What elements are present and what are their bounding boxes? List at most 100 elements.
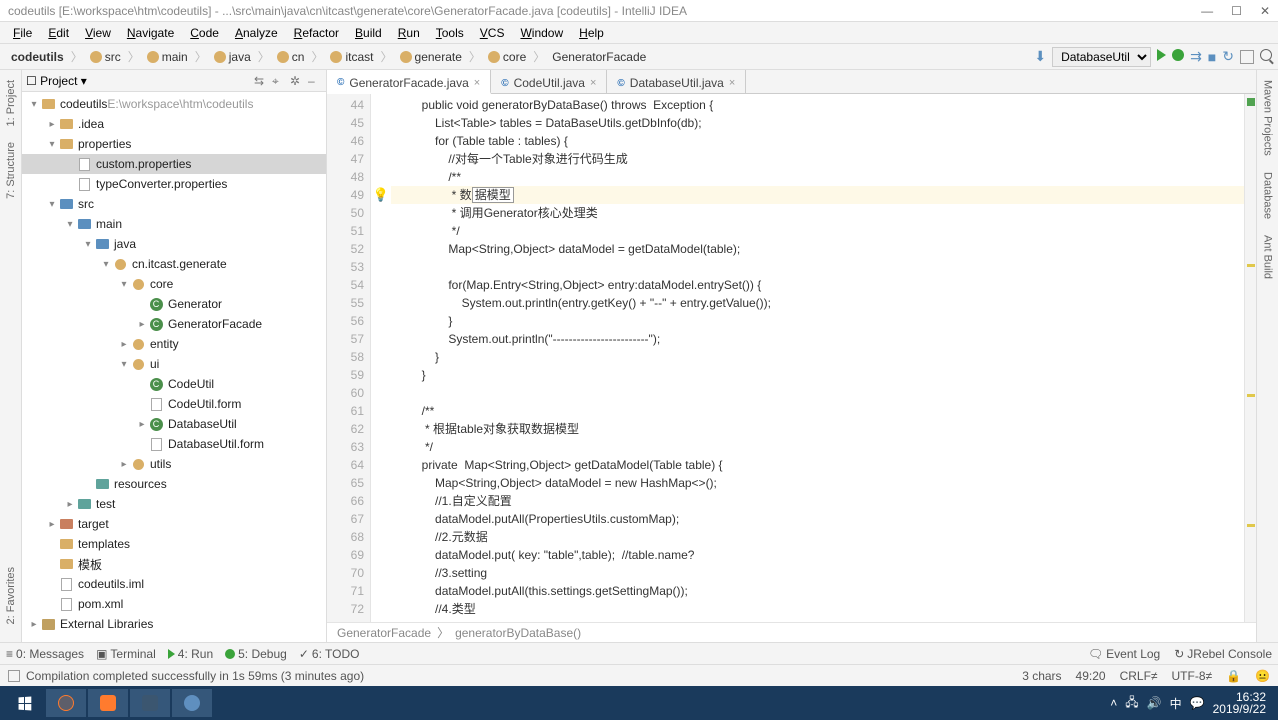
tree-node[interactable]: ▾cn.itcast.generate bbox=[22, 254, 326, 274]
tree-node[interactable]: ▾ui bbox=[22, 354, 326, 374]
tree-node[interactable]: ▾codeutils E:\workspace\htm\codeutils bbox=[22, 94, 326, 114]
taskbar-app-3[interactable] bbox=[130, 689, 170, 717]
side-project[interactable]: 1: Project bbox=[5, 76, 17, 130]
error-stripe[interactable] bbox=[1244, 94, 1256, 622]
tray-network-icon[interactable]: 🖧 bbox=[1125, 693, 1138, 714]
side-ant[interactable]: Ant Build bbox=[1262, 231, 1274, 283]
system-tray[interactable]: ˄ 🖧 🔊 中 💬 16:32 2019/9/22 bbox=[1110, 691, 1274, 715]
side-structure[interactable]: 7: Structure bbox=[5, 138, 17, 203]
run-icon[interactable] bbox=[1157, 49, 1166, 64]
tree-node[interactable]: resources bbox=[22, 474, 326, 494]
stop-icon[interactable]: ■ bbox=[1208, 49, 1216, 65]
tw-jrebel[interactable]: ↻ JRebel Console bbox=[1174, 647, 1272, 661]
editor-tab[interactable]: ©GeneratorFacade.java× bbox=[327, 70, 491, 94]
minimize-icon[interactable]: — bbox=[1201, 4, 1213, 18]
tree-node[interactable]: ▾java bbox=[22, 234, 326, 254]
tree-node[interactable]: ▾main bbox=[22, 214, 326, 234]
tw-debug[interactable]: 5: Debug bbox=[225, 647, 287, 661]
side-maven[interactable]: Maven Projects bbox=[1262, 76, 1274, 160]
tray-volume-icon[interactable]: 🔊 bbox=[1147, 696, 1162, 710]
side-database[interactable]: Database bbox=[1262, 168, 1274, 223]
warning-marker[interactable] bbox=[1247, 524, 1255, 527]
tree-node[interactable]: custom.properties bbox=[22, 154, 326, 174]
run-config-select[interactable]: DatabaseUtil bbox=[1052, 47, 1151, 67]
tree-node[interactable]: CCodeUtil bbox=[22, 374, 326, 394]
tree-node[interactable]: 模板 bbox=[22, 554, 326, 574]
tree-node[interactable]: templates bbox=[22, 534, 326, 554]
status-position[interactable]: 49:20 bbox=[1076, 669, 1106, 683]
breadcrumb-item[interactable]: GeneratorFacade bbox=[547, 48, 651, 66]
tree-node[interactable]: ▸CDatabaseUtil bbox=[22, 414, 326, 434]
warning-marker[interactable] bbox=[1247, 394, 1255, 397]
tw-run[interactable]: 4: Run bbox=[168, 647, 213, 661]
menu-file[interactable]: File bbox=[6, 24, 39, 42]
tree-node[interactable]: ▸utils bbox=[22, 454, 326, 474]
maximize-icon[interactable]: ☐ bbox=[1231, 4, 1242, 18]
tw-terminal[interactable]: ▣ Terminal bbox=[96, 647, 156, 661]
tray-notif-icon[interactable]: 💬 bbox=[1190, 696, 1205, 710]
start-button[interactable] bbox=[4, 689, 44, 717]
breadcrumb-item[interactable]: cn bbox=[272, 48, 310, 66]
menu-navigate[interactable]: Navigate bbox=[120, 24, 181, 42]
hide-icon[interactable]: – bbox=[308, 74, 322, 88]
collapse-icon[interactable]: ⇆ bbox=[254, 74, 268, 88]
tree-node[interactable]: typeConverter.properties bbox=[22, 174, 326, 194]
side-favorites[interactable]: 2: Favorites bbox=[5, 563, 17, 628]
project-tree[interactable]: ▾codeutils E:\workspace\htm\codeutils▸.i… bbox=[22, 92, 326, 642]
editor-tab[interactable]: ©CodeUtil.java× bbox=[491, 70, 607, 93]
tw-messages[interactable]: ≡ 0: Messages bbox=[6, 647, 84, 661]
status-icon[interactable] bbox=[8, 670, 20, 682]
tree-node[interactable]: ▸CGeneratorFacade bbox=[22, 314, 326, 334]
tree-node[interactable]: ▸.idea bbox=[22, 114, 326, 134]
hector-icon[interactable]: 😐 bbox=[1255, 669, 1270, 683]
settings-icon[interactable]: ✲ bbox=[290, 74, 304, 88]
tree-node[interactable]: ▸target bbox=[22, 514, 326, 534]
editor-breadcrumb[interactable]: GeneratorFacade 〉 generatorByDataBase() bbox=[327, 622, 1256, 642]
status-encoding[interactable]: UTF-8≠ bbox=[1172, 669, 1213, 683]
menu-edit[interactable]: Edit bbox=[41, 24, 76, 42]
tree-node[interactable]: codeutils.iml bbox=[22, 574, 326, 594]
tree-node[interactable]: ▸entity bbox=[22, 334, 326, 354]
search-icon[interactable] bbox=[1260, 49, 1272, 64]
tree-node[interactable]: CGenerator bbox=[22, 294, 326, 314]
breadcrumb-item[interactable]: main bbox=[142, 48, 193, 66]
breadcrumb-item[interactable]: src bbox=[85, 48, 126, 66]
run-coverage-icon[interactable]: ⇉ bbox=[1190, 48, 1202, 65]
line-gutter[interactable]: 4445464748495051525354555657585960616263… bbox=[327, 94, 371, 622]
tray-chevron-icon[interactable]: ˄ bbox=[1110, 696, 1117, 710]
intention-bulb-icon[interactable]: 💡 bbox=[373, 187, 389, 202]
menu-help[interactable]: Help bbox=[572, 24, 611, 42]
breadcrumb-class[interactable]: GeneratorFacade bbox=[337, 626, 431, 640]
taskbar-app-4[interactable] bbox=[172, 689, 212, 717]
tree-node[interactable]: pom.xml bbox=[22, 594, 326, 614]
project-structure-icon[interactable] bbox=[1240, 50, 1254, 64]
menu-vcs[interactable]: VCS bbox=[473, 24, 512, 42]
menu-window[interactable]: Window bbox=[513, 24, 570, 42]
breadcrumb-item[interactable]: core bbox=[483, 48, 531, 66]
tree-node[interactable]: ▸External Libraries bbox=[22, 614, 326, 634]
debug-icon[interactable] bbox=[1172, 49, 1184, 64]
menu-code[interactable]: Code bbox=[183, 24, 226, 42]
tree-node[interactable]: ▾properties bbox=[22, 134, 326, 154]
menu-run[interactable]: Run bbox=[391, 24, 427, 42]
locate-icon[interactable]: ⌖ bbox=[272, 74, 286, 88]
tree-node[interactable]: CodeUtil.form bbox=[22, 394, 326, 414]
menu-refactor[interactable]: Refactor bbox=[287, 24, 346, 42]
breadcrumb-item[interactable]: generate bbox=[395, 48, 467, 66]
warning-marker[interactable] bbox=[1247, 264, 1255, 267]
build-icon[interactable]: ⬇ bbox=[1034, 48, 1046, 65]
rerun-icon[interactable]: ↻ bbox=[1222, 48, 1234, 65]
menu-analyze[interactable]: Analyze bbox=[228, 24, 285, 42]
breadcrumb-item[interactable]: itcast bbox=[325, 48, 378, 66]
breadcrumb-method[interactable]: generatorByDataBase() bbox=[455, 626, 581, 640]
taskbar-app-1[interactable] bbox=[46, 689, 86, 717]
close-tab-icon[interactable]: × bbox=[729, 77, 735, 89]
tray-ime[interactable]: 中 bbox=[1170, 695, 1182, 712]
tree-node[interactable]: DatabaseUtil.form bbox=[22, 434, 326, 454]
status-eol[interactable]: CRLF≠ bbox=[1120, 669, 1158, 683]
tree-node[interactable]: ▾src bbox=[22, 194, 326, 214]
lock-icon[interactable]: 🔒 bbox=[1226, 669, 1241, 683]
project-view-select[interactable]: ☐ Project ▾ bbox=[26, 74, 87, 88]
editor-tab[interactable]: ©DatabaseUtil.java× bbox=[607, 70, 746, 93]
tw-todo[interactable]: ✓ 6: TODO bbox=[299, 647, 360, 661]
